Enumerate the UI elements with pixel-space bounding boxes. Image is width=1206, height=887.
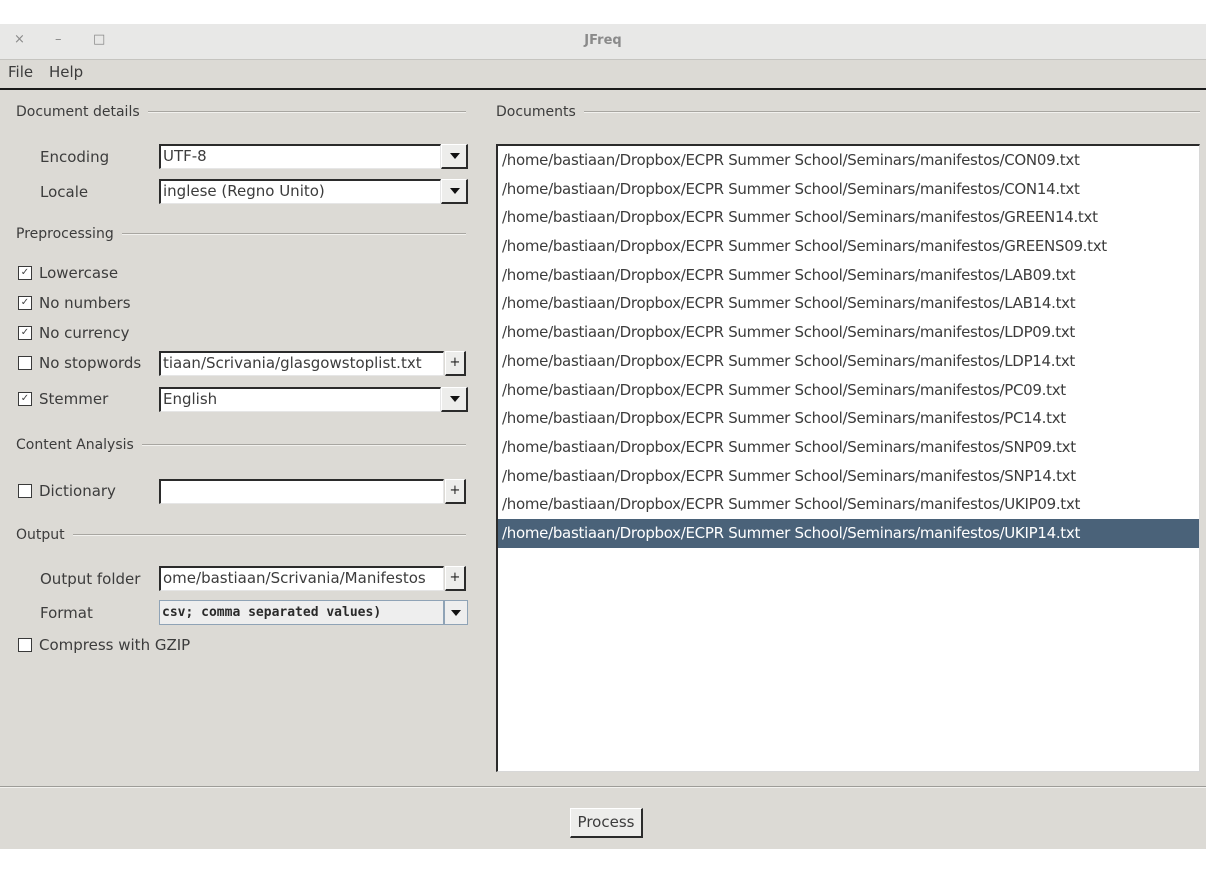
checkbox-label: No numbers — [39, 294, 131, 312]
checkbox-unchecked-icon — [18, 356, 32, 370]
checkbox-checked-icon: ✓ — [18, 392, 32, 406]
divider — [583, 111, 1200, 113]
document-list-item[interactable]: /home/bastiaan/Dropbox/ECPR Summer Schoo… — [498, 518, 1199, 548]
no-numbers-checkbox[interactable]: ✓ No numbers — [18, 294, 131, 312]
preprocessing-heading: Preprocessing — [16, 226, 466, 242]
divider — [72, 534, 466, 536]
stopwords-file-field[interactable]: tiaan/Scrivania/glasgowstoplist.txt — [159, 351, 444, 376]
document-list-item[interactable]: /home/bastiaan/Dropbox/ECPR Summer Schoo… — [498, 261, 1199, 290]
checkbox-label: Compress with GZIP — [39, 636, 191, 654]
dictionary-checkbox[interactable]: Dictionary — [18, 482, 116, 500]
dictionary-file-field[interactable] — [159, 479, 444, 504]
section-title: Preprocessing — [16, 226, 114, 242]
checkbox-label: No currency — [39, 324, 130, 342]
section-title: Content Analysis — [16, 437, 134, 453]
content-analysis-heading: Content Analysis — [16, 437, 466, 453]
document-list-item[interactable]: /home/bastiaan/Dropbox/ECPR Summer Schoo… — [498, 232, 1199, 261]
format-dropdown-button[interactable] — [444, 600, 468, 625]
documents-list[interactable]: /home/bastiaan/Dropbox/ECPR Summer Schoo… — [496, 144, 1200, 772]
locale-label: Locale — [40, 183, 89, 201]
checkbox-checked-icon: ✓ — [18, 326, 32, 340]
menu-file[interactable]: File — [8, 63, 33, 81]
checkbox-label: Dictionary — [39, 482, 116, 500]
chevron-down-icon — [450, 396, 460, 402]
document-list-item[interactable]: /home/bastiaan/Dropbox/ECPR Summer Schoo… — [498, 203, 1199, 232]
stemmer-checkbox[interactable]: ✓ Stemmer — [18, 390, 108, 408]
chevron-down-icon — [450, 153, 460, 159]
checkbox-label: Lowercase — [39, 264, 119, 282]
stopwords-browse-button[interactable]: + — [445, 351, 466, 376]
format-label: Format — [40, 604, 93, 622]
bottom-divider — [0, 786, 1206, 788]
divider — [141, 444, 466, 446]
chevron-down-icon — [451, 610, 461, 616]
encoding-dropdown-button[interactable] — [441, 144, 468, 169]
process-button[interactable]: Process — [570, 808, 643, 838]
jfreq-window: × – □ JFreq File Help Document details E… — [0, 24, 1206, 849]
document-list-item[interactable]: /home/bastiaan/Dropbox/ECPR Summer Schoo… — [498, 289, 1199, 318]
section-title: Documents — [496, 104, 576, 120]
output-folder-label: Output folder — [40, 570, 141, 588]
section-title: Output — [16, 527, 65, 543]
no-currency-checkbox[interactable]: ✓ No currency — [18, 324, 130, 342]
checkbox-unchecked-icon — [18, 484, 32, 498]
document-list-item[interactable]: /home/bastiaan/Dropbox/ECPR Summer Schoo… — [498, 404, 1199, 433]
menu-help[interactable]: Help — [49, 63, 83, 81]
document-list-item[interactable]: /home/bastiaan/Dropbox/ECPR Summer Schoo… — [498, 175, 1199, 204]
divider — [147, 111, 466, 113]
document-list-item[interactable]: /home/bastiaan/Dropbox/ECPR Summer Schoo… — [498, 347, 1199, 376]
format-combo[interactable]: csv; comma separated values) — [159, 600, 444, 625]
stemmer-dropdown-button[interactable] — [441, 387, 468, 412]
compress-gzip-checkbox[interactable]: Compress with GZIP — [18, 636, 190, 654]
checkbox-unchecked-icon — [18, 638, 32, 652]
divider — [121, 233, 466, 235]
lowercase-checkbox[interactable]: ✓ Lowercase — [18, 264, 118, 282]
locale-combo[interactable]: inglese (Regno Unito) — [159, 179, 441, 204]
document-list-item[interactable]: /home/bastiaan/Dropbox/ECPR Summer Schoo… — [498, 146, 1199, 175]
no-stopwords-checkbox[interactable]: No stopwords — [18, 354, 141, 372]
window-title: JFreq — [584, 33, 622, 48]
checkbox-label: No stopwords — [39, 354, 142, 372]
output-heading: Output — [16, 527, 466, 543]
document-list-item[interactable]: /home/bastiaan/Dropbox/ECPR Summer Schoo… — [498, 376, 1199, 405]
document-list-item[interactable]: /home/bastiaan/Dropbox/ECPR Summer Schoo… — [498, 490, 1199, 519]
chevron-down-icon — [450, 188, 460, 194]
checkbox-label: Stemmer — [39, 390, 109, 408]
dictionary-browse-button[interactable]: + — [445, 479, 466, 504]
menu-bar: File Help — [0, 60, 1206, 90]
document-details-heading: Document details — [16, 104, 466, 120]
documents-heading: Documents — [496, 104, 1200, 120]
checkbox-checked-icon: ✓ — [18, 296, 32, 310]
stemmer-combo[interactable]: English — [159, 387, 441, 412]
document-list-item[interactable]: /home/bastiaan/Dropbox/ECPR Summer Schoo… — [498, 462, 1199, 491]
section-title: Document details — [16, 104, 140, 120]
checkbox-checked-icon: ✓ — [18, 266, 32, 280]
encoding-label: Encoding — [40, 148, 110, 166]
document-list-item[interactable]: /home/bastiaan/Dropbox/ECPR Summer Schoo… — [498, 318, 1199, 347]
output-folder-field[interactable]: ome/bastiaan/Scrivania/Manifestos — [159, 566, 444, 591]
document-list-item[interactable]: /home/bastiaan/Dropbox/ECPR Summer Schoo… — [498, 433, 1199, 462]
encoding-combo[interactable]: UTF-8 — [159, 144, 441, 169]
title-bar: × – □ JFreq — [0, 24, 1206, 60]
output-folder-browse-button[interactable]: + — [445, 566, 466, 591]
locale-dropdown-button[interactable] — [441, 179, 468, 204]
